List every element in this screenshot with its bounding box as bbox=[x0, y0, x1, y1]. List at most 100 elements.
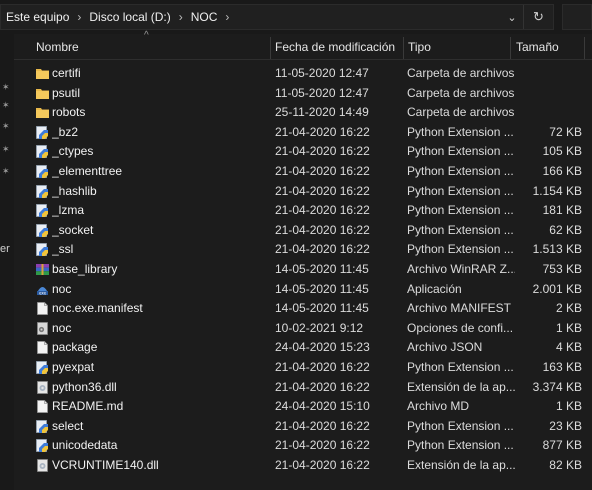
file-name: _socket bbox=[52, 222, 94, 237]
search-box[interactable] bbox=[562, 4, 592, 30]
breadcrumb: Este equipo › Disco local (D:) › NOC › bbox=[1, 10, 234, 24]
file-size: 62 KB bbox=[549, 222, 582, 237]
file-modified-date: 24-04-2020 15:23 bbox=[275, 340, 370, 355]
file-size: 1 KB bbox=[555, 399, 582, 414]
file-name: VCRUNTIME140.dll bbox=[52, 457, 159, 472]
file-size: 1.513 KB bbox=[532, 242, 582, 257]
file-row[interactable]: _elementtree 21-04-2020 16:22 Python Exten… bbox=[14, 162, 592, 182]
file-modified-date: 25-11-2020 14:49 bbox=[275, 105, 369, 120]
file-type: Python Extension ... bbox=[407, 438, 514, 453]
file-row[interactable]: exe noc 14-05-2020 11:45 Aplicación 2.001 KB bbox=[14, 280, 592, 300]
file-type: Aplicación bbox=[407, 281, 462, 296]
file-size: 181 KB bbox=[542, 203, 582, 218]
file-name: python36.dll bbox=[52, 379, 117, 394]
python-extension-icon bbox=[36, 204, 49, 218]
config-file-icon bbox=[36, 321, 49, 335]
file-row[interactable]: python36.dll 21-04-2020 16:22 Extensión de… bbox=[14, 378, 592, 398]
file-modified-date: 21-04-2020 16:22 bbox=[275, 457, 370, 472]
file-row[interactable]: noc.exe.manifest 14-05-2020 11:45 Archivo … bbox=[14, 299, 592, 319]
file-type: Carpeta de archivos bbox=[407, 85, 515, 100]
file-name: certifi bbox=[52, 66, 81, 80]
python-extension-icon bbox=[36, 145, 49, 159]
file-row[interactable]: _ssl 21-04-2020 16:22 Python Extension ...… bbox=[14, 240, 592, 260]
refresh-icon[interactable]: ↻ bbox=[523, 5, 553, 29]
file-row[interactable]: _lzma 21-04-2020 16:22 Python Extension ..… bbox=[14, 201, 592, 221]
file-size: 82 KB bbox=[549, 457, 582, 472]
column-header-size[interactable]: Tamaño bbox=[516, 34, 559, 60]
column-divider[interactable] bbox=[510, 37, 511, 59]
pin-icon: ✶ bbox=[2, 82, 10, 92]
chevron-right-icon[interactable]: › bbox=[220, 10, 234, 24]
file-modified-date: 14-05-2020 11:45 bbox=[275, 301, 369, 316]
chevron-down-icon[interactable]: ⌄ bbox=[501, 11, 523, 24]
chevron-right-icon[interactable]: › bbox=[174, 10, 188, 24]
column-header-name[interactable]: Nombre bbox=[36, 34, 79, 60]
file-row[interactable]: README.md 24-04-2020 15:10 Archivo MD 1 KB bbox=[14, 397, 592, 417]
file-list-pane: ^ Nombre Fecha de modificación Tipo Tama… bbox=[14, 30, 592, 490]
file-name: _bz2 bbox=[52, 124, 79, 139]
folder-icon bbox=[36, 67, 49, 80]
file-size: 23 KB bbox=[549, 418, 582, 433]
python-extension-icon bbox=[36, 243, 49, 257]
breadcrumb-this-pc[interactable]: Este equipo bbox=[3, 10, 72, 24]
file-row[interactable]: VCRUNTIME140.dll 21-04-2020 16:22 Extensió… bbox=[14, 456, 592, 476]
file-row[interactable]: base_library 14-05-2020 11:45 Archivo WinR… bbox=[14, 260, 592, 280]
column-header-type[interactable]: Tipo bbox=[408, 34, 431, 60]
file-row[interactable]: package 24-04-2020 15:23 Archivo JSON 4 KB bbox=[14, 338, 592, 358]
sort-ascending-icon: ^ bbox=[144, 30, 149, 41]
file-name: README.md bbox=[52, 399, 124, 414]
python-extension-icon bbox=[36, 125, 49, 139]
address-bar[interactable]: Este equipo › Disco local (D:) › NOC › ⌄… bbox=[0, 4, 554, 30]
file-modified-date: 21-04-2020 16:22 bbox=[275, 124, 370, 139]
file-modified-date: 21-04-2020 16:22 bbox=[275, 222, 370, 237]
file-modified-date: 11-05-2020 12:47 bbox=[275, 66, 369, 80]
file-type: Archivo JSON bbox=[407, 340, 483, 355]
breadcrumb-local-disk[interactable]: Disco local (D:) bbox=[86, 10, 173, 24]
breadcrumb-noc[interactable]: NOC bbox=[188, 10, 221, 24]
dll-icon bbox=[36, 458, 49, 472]
file-icon bbox=[36, 341, 49, 355]
file-row[interactable]: _hashlib 21-04-2020 16:22 Python Extension… bbox=[14, 182, 592, 202]
file-modified-date: 21-04-2020 16:22 bbox=[275, 242, 370, 257]
file-row[interactable]: noc 10-02-2021 9:12 Opciones de confi... 1 … bbox=[14, 319, 592, 339]
file-size: 2 KB bbox=[555, 301, 582, 316]
file-row[interactable]: _socket 21-04-2020 16:22 Python Extension … bbox=[14, 221, 592, 241]
file-type: Python Extension ... bbox=[407, 124, 514, 139]
file-row[interactable]: _ctypes 21-04-2020 16:22 Python Extension … bbox=[14, 142, 592, 162]
column-divider[interactable] bbox=[403, 37, 404, 59]
file-row[interactable]: select 21-04-2020 16:22 Python Extension .… bbox=[14, 417, 592, 437]
nav-item-label[interactable]: er bbox=[0, 243, 10, 255]
application-icon: exe bbox=[36, 283, 49, 296]
file-row[interactable]: unicodedata 21-04-2020 16:22 Python Extens… bbox=[14, 436, 592, 456]
python-extension-icon bbox=[36, 223, 49, 237]
file-row[interactable]: pyexpat 21-04-2020 16:22 Python Extension … bbox=[14, 358, 592, 378]
column-header-date[interactable]: Fecha de modificación bbox=[275, 34, 395, 60]
file-row[interactable]: _bz2 21-04-2020 16:22 Python Extension ...… bbox=[14, 123, 592, 143]
file-row[interactable]: psutil 11-05-2020 12:47 Carpeta de archivo… bbox=[14, 84, 592, 104]
file-modified-date: 11-05-2020 12:47 bbox=[275, 85, 369, 100]
file-name: package bbox=[52, 340, 98, 355]
pin-icon: ✶ bbox=[2, 166, 10, 176]
python-extension-icon bbox=[36, 439, 49, 453]
file-modified-date: 21-04-2020 16:22 bbox=[275, 379, 370, 394]
file-type: Archivo WinRAR Z... bbox=[407, 261, 515, 276]
chevron-right-icon[interactable]: › bbox=[72, 10, 86, 24]
dll-icon bbox=[36, 380, 49, 394]
file-row[interactable]: robots 25-11-2020 14:49 Carpeta de archivo… bbox=[14, 103, 592, 123]
navigation-pane-edge: ✶ ✶ ✶ ✶ ✶ er bbox=[0, 34, 14, 490]
column-divider[interactable] bbox=[584, 37, 585, 59]
file-name: _elementtree bbox=[52, 163, 123, 178]
file-type: Python Extension ... bbox=[407, 163, 514, 178]
file-size: 163 KB bbox=[542, 359, 582, 374]
file-name: noc.exe.manifest bbox=[52, 301, 143, 316]
file-modified-date: 21-04-2020 16:22 bbox=[275, 359, 370, 374]
file-name: unicodedata bbox=[52, 438, 118, 453]
file-type: Python Extension ... bbox=[407, 418, 514, 433]
column-divider[interactable] bbox=[270, 37, 271, 59]
file-modified-date: 21-04-2020 16:22 bbox=[275, 183, 370, 198]
file-name: _ssl bbox=[52, 242, 74, 257]
file-type: Python Extension ... bbox=[407, 144, 514, 159]
file-size: 72 KB bbox=[549, 124, 582, 139]
column-header-row: ^ Nombre Fecha de modificación Tipo Tama… bbox=[14, 30, 592, 60]
file-row[interactable]: certifi 11-05-2020 12:47 Carpeta de archiv… bbox=[14, 64, 592, 84]
